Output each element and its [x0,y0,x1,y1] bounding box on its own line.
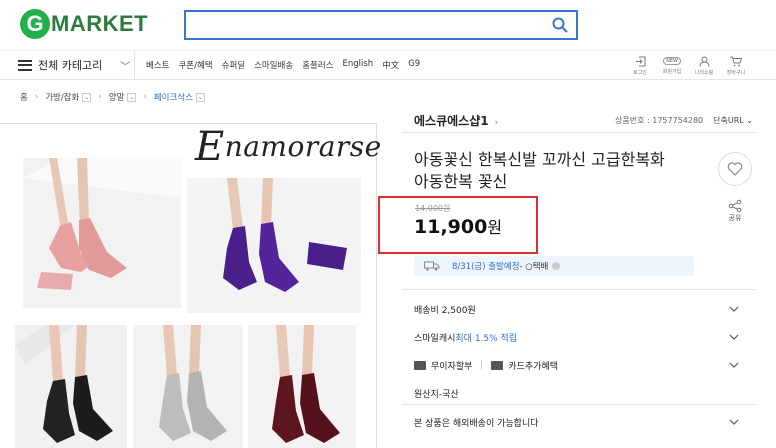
breadcrumb-home[interactable]: 홈 [20,91,28,103]
nav-link-g9[interactable]: G9 [408,59,420,71]
product-photo-black[interactable] [15,325,127,448]
smile-cash-label: 스마일캐시 [414,333,456,344]
overseas-shipping-row[interactable]: 본 상품은 해외배송이 가능합니다 [414,411,754,433]
origin-row: 원산지-국산 [414,382,754,404]
brand-banner-rest: namorarse [224,130,382,163]
card-icon [414,360,426,370]
my-shopping-label: 나의쇼핑 [694,70,714,76]
nav-link-superdeal[interactable]: 슈퍼딜 [222,59,245,71]
product-photo-pink[interactable] [23,158,181,308]
origin-label: 원산지-국산 [414,389,459,400]
brand-banner: Enamorarse [195,127,382,167]
product-title-line2: 아동한복 꽃신 [414,172,508,191]
divider [402,289,756,290]
short-url-label: 단축URL [713,116,744,125]
nav-links: 베스트 쿠폰/혜택 슈퍼딜 스마일배송 홈플러스 English 中文 G9 [146,59,429,71]
share-label: 공유 [728,214,742,222]
my-shopping-button[interactable]: 나의쇼핑 [688,51,720,81]
hamburger-icon [18,59,32,71]
info-icon[interactable] [552,262,561,270]
product-title-line1: 아동꽃신 한복신발 꼬까신 고급한복화 [414,150,665,169]
brand-banner-initial: E [195,124,225,170]
breadcrumb: 홈 › 가방/잡화 ⌄ › 양말 ⌄ › 페이크삭스 ⌄ [20,91,205,103]
chevron-down-icon [729,362,739,368]
chevron-down-icon[interactable]: ⌄ [82,92,92,102]
user-utilities: 로그인 NEW 회원가입 나의쇼핑 장바구니 [624,51,752,81]
main-nav: 전체 카테고리 ﹀ 베스트 쿠폰/혜택 슈퍼딜 스마일배송 홈플러스 Engli… [0,50,776,80]
heart-icon [727,162,743,176]
product-title: 아동꽃신 한복신발 꼬까신 고급한복화 아동한복 꽃신 [414,149,694,193]
search-input[interactable] [186,12,544,38]
logo-text: MARKET [51,11,149,36]
smile-cash-row[interactable]: 스마일캐시 최대 1.5% 적립 [414,326,754,348]
nav-link-coupon[interactable]: 쿠폰/혜택 [178,59,212,71]
shipping-fee-row[interactable]: 배송비 2,500원 [414,298,754,320]
logo-g: G [20,9,50,39]
new-badge: NEW [663,57,681,65]
chevron-down-icon[interactable]: ⌄ [195,92,205,102]
truck-card-icon [491,360,504,370]
overseas-shipping-label: 본 상품은 해외배송이 가능합니다 [414,418,539,429]
signup-button[interactable]: NEW 회원가입 [656,51,688,81]
interest-free-label: 무이자할부 [431,361,473,372]
signup-label: 회원가입 [662,69,682,75]
product-photo-burgundy[interactable] [248,325,356,448]
shop-name[interactable]: 에스큐에스샵1 › [414,112,498,129]
nav-link-best[interactable]: 베스트 [146,59,169,71]
all-categories-button[interactable]: 전체 카테고리 ﹀ [0,51,135,79]
divider [481,360,483,370]
search-icon [552,17,568,33]
login-button[interactable]: 로그인 [624,51,656,81]
gmarket-logo[interactable]: G MARKET [20,7,148,41]
product-code-label: 상품번호 : 1757754280 [615,116,704,125]
product-photo-gray[interactable] [133,325,243,448]
nav-link-english[interactable]: English [342,59,373,71]
nav-link-smile-delivery[interactable]: 스마일배송 [254,59,293,71]
breadcrumb-separator: › [143,92,147,102]
product-code: 상품번호 : 1757754280 단축URL ⌄ [615,115,753,126]
short-url-button[interactable]: 단축URL ⌄ [713,116,753,125]
cart-label: 장바구니 [726,70,746,76]
breadcrumb-level2[interactable]: 양말 [109,91,125,103]
truck-icon [424,261,440,271]
search-bar [184,10,578,40]
login-label: 로그인 [633,70,647,76]
shipping-date: 8/31(금) 출발예정 [452,262,520,272]
shop-name-label: 에스큐에스샵1 [414,114,489,128]
chevron-down-icon: ﹀ [120,61,131,73]
divider [402,132,756,133]
nav-link-homeplus[interactable]: 홈플러스 [302,59,333,71]
share-button[interactable]: 공유 [722,199,748,223]
breadcrumb-separator: › [98,92,102,102]
breadcrumb-level1[interactable]: 가방/잡화 [45,91,79,103]
chevron-down-icon [729,419,739,425]
card-benefit-label: 카드추가혜택 [508,361,559,372]
cart-button[interactable]: 장바구니 [720,51,752,81]
search-button[interactable] [544,12,576,38]
share-icon [728,199,742,213]
wishlist-button[interactable] [718,152,752,186]
divider [402,404,756,405]
user-icon [699,56,709,67]
shipping-carrier: - ○택배 [519,262,549,272]
price-highlight-box [378,196,538,254]
chevron-down-icon[interactable]: ⌄ [127,92,137,102]
breadcrumb-separator: › [34,92,39,102]
chevron-right-icon: › [494,118,499,128]
payment-benefit-row[interactable]: 무이자할부 카드추가혜택 [414,354,754,376]
cart-icon [730,56,742,67]
shipping-fee-label: 배송비 2,500원 [414,305,476,316]
chevron-down-icon [729,334,739,340]
product-photo-purple[interactable] [187,178,361,313]
all-categories-label: 전체 카테고리 [38,59,103,72]
nav-link-chinese[interactable]: 中文 [382,59,399,71]
breadcrumb-level3[interactable]: 페이크삭스 [154,91,193,103]
login-icon [635,56,645,67]
shipping-info: 8/31(금) 출발예정 - ○택배 [414,256,694,276]
chevron-down-icon [729,306,739,312]
smile-cash-rate: 최대 1.5% 적립 [455,333,518,344]
